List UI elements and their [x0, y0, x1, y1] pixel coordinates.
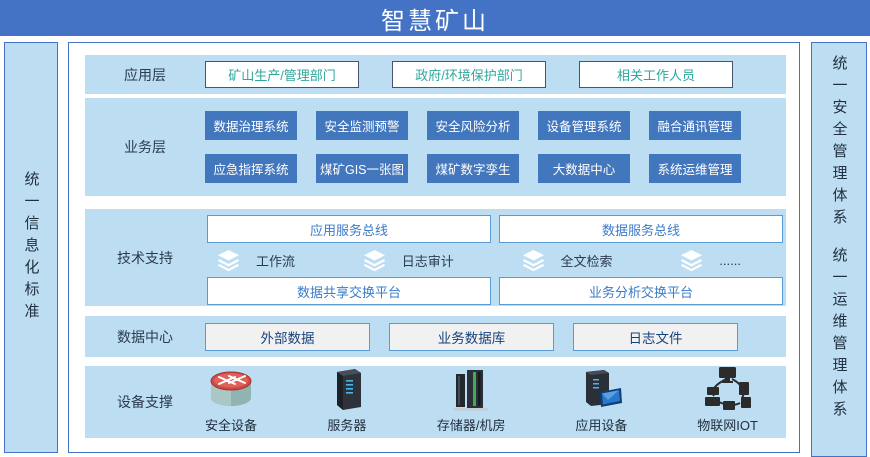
right-panel-label-security: 统一安全管理体系 — [832, 55, 847, 231]
tech-service-fulltext-search: 全文检索 — [522, 250, 613, 271]
right-systems-panel: 统一安全管理体系 统一运维管理体系 — [811, 42, 867, 457]
device-label: 存储器/机房 — [437, 415, 506, 434]
data-box-external-data: 外部数据 — [205, 323, 370, 351]
page-title: 智慧矿山 — [381, 1, 489, 36]
device-label: 安全设备 — [205, 415, 257, 434]
tech-service-label: 工作流 — [256, 251, 295, 270]
business-box-communication: 融合通讯管理 — [649, 111, 741, 140]
device-label: 应用设备 — [575, 415, 627, 434]
tech-content: 应用服务总线 数据服务总线 工作流 — [205, 209, 786, 306]
business-box-equipment-mgmt: 设备管理系统 — [538, 111, 630, 140]
device-label: 物联网IOT — [697, 415, 758, 434]
business-box-big-data: 大数据中心 — [538, 154, 630, 183]
tech-box-app-service-bus: 应用服务总线 — [207, 215, 491, 243]
device-iot: 物联网IOT — [697, 366, 758, 434]
diagram-title-banner: 智慧矿山 — [0, 0, 870, 36]
layer-application-label: 应用层 — [85, 65, 205, 85]
device-items: 安全设备 服务器 — [205, 366, 786, 438]
server-icon — [327, 366, 367, 412]
application-boxes: 矿山生产/管理部门 政府/环境保护部门 相关工作人员 — [205, 61, 733, 88]
layer-business: 业务层 数据治理系统 安全监测预警 安全风险分析 设备管理系统 融合通讯管理 应… — [85, 98, 786, 196]
tech-services-row: 工作流 日志审计 — [207, 250, 783, 271]
iot-network-icon — [702, 366, 754, 412]
layer-tech-label: 技术支持 — [85, 248, 205, 268]
business-box-gis-map: 煤矿GIS一张图 — [316, 154, 408, 183]
security-device-icon — [205, 366, 257, 412]
device-server: 服务器 — [327, 366, 367, 434]
layer-device-support: 设备支撑 安全设备 — [85, 366, 786, 438]
tech-box-business-analysis-platform: 业务分析交换平台 — [499, 277, 783, 305]
tech-service-label: 全文检索 — [561, 251, 613, 270]
business-box-data-governance: 数据治理系统 — [205, 111, 297, 140]
main-architecture-box: 应用层 矿山生产/管理部门 政府/环境保护部门 相关工作人员 业务层 数据治理系… — [68, 42, 800, 453]
tech-box-data-service-bus: 数据服务总线 — [499, 215, 783, 243]
data-box-log-files: 日志文件 — [573, 323, 738, 351]
data-box-business-database: 业务数据库 — [389, 323, 554, 351]
layer-data-center: 数据中心 外部数据 业务数据库 日志文件 — [85, 316, 786, 357]
layer-data-label: 数据中心 — [85, 327, 205, 347]
data-center-boxes: 外部数据 业务数据库 日志文件 — [205, 323, 738, 351]
left-panel-label: 统一信息化标准 — [24, 171, 39, 325]
business-buttons: 数据治理系统 安全监测预警 安全风险分析 设备管理系统 融合通讯管理 应急指挥系… — [205, 111, 741, 183]
app-device-icon — [578, 366, 624, 412]
layer-tech-support: 技术支持 应用服务总线 数据服务总线 工作流 — [85, 209, 786, 306]
device-application: 应用设备 — [575, 366, 627, 434]
business-box-emergency-command: 应急指挥系统 — [205, 154, 297, 183]
application-box-government: 政府/环境保护部门 — [392, 61, 546, 88]
right-panel-label-ops: 统一运维管理体系 — [832, 247, 847, 423]
layers-icon — [680, 250, 703, 271]
tech-bus-top: 应用服务总线 数据服务总线 — [207, 215, 783, 243]
storage-rack-icon — [448, 366, 494, 412]
smart-mine-architecture-diagram: 智慧矿山 统一信息化标准 统一安全管理体系 统一运维管理体系 应用层 矿山生产/… — [0, 0, 870, 457]
tech-service-workflow: 工作流 — [217, 250, 295, 271]
tech-box-data-share-platform: 数据共享交换平台 — [207, 277, 491, 305]
business-row-1: 数据治理系统 安全监测预警 安全风险分析 设备管理系统 融合通讯管理 — [205, 111, 741, 140]
tech-service-label: ...... — [719, 253, 741, 268]
business-box-ops-mgmt: 系统运维管理 — [649, 154, 741, 183]
business-box-digital-twin: 煤矿数字孪生 — [427, 154, 519, 183]
application-box-mine-production: 矿山生产/管理部门 — [205, 61, 359, 88]
layer-business-label: 业务层 — [85, 137, 205, 157]
device-label: 服务器 — [327, 415, 366, 434]
tech-service-more: ...... — [680, 250, 741, 271]
layers-icon — [363, 250, 386, 271]
layer-device-label: 设备支撑 — [85, 392, 205, 412]
left-standard-panel: 统一信息化标准 — [4, 42, 58, 453]
tech-service-label: 日志审计 — [402, 251, 454, 270]
layer-application: 应用层 矿山生产/管理部门 政府/环境保护部门 相关工作人员 — [85, 55, 786, 94]
layers-icon — [217, 250, 240, 271]
business-box-safety-monitoring: 安全监测预警 — [316, 111, 408, 140]
application-box-related-staff: 相关工作人员 — [579, 61, 733, 88]
tech-bus-bottom: 数据共享交换平台 业务分析交换平台 — [207, 277, 783, 305]
device-security: 安全设备 — [205, 366, 257, 434]
device-storage: 存储器/机房 — [437, 366, 506, 434]
tech-service-log-audit: 日志审计 — [363, 250, 454, 271]
layers-icon — [522, 250, 545, 271]
business-box-risk-analysis: 安全风险分析 — [427, 111, 519, 140]
business-row-2: 应急指挥系统 煤矿GIS一张图 煤矿数字孪生 大数据中心 系统运维管理 — [205, 154, 741, 183]
